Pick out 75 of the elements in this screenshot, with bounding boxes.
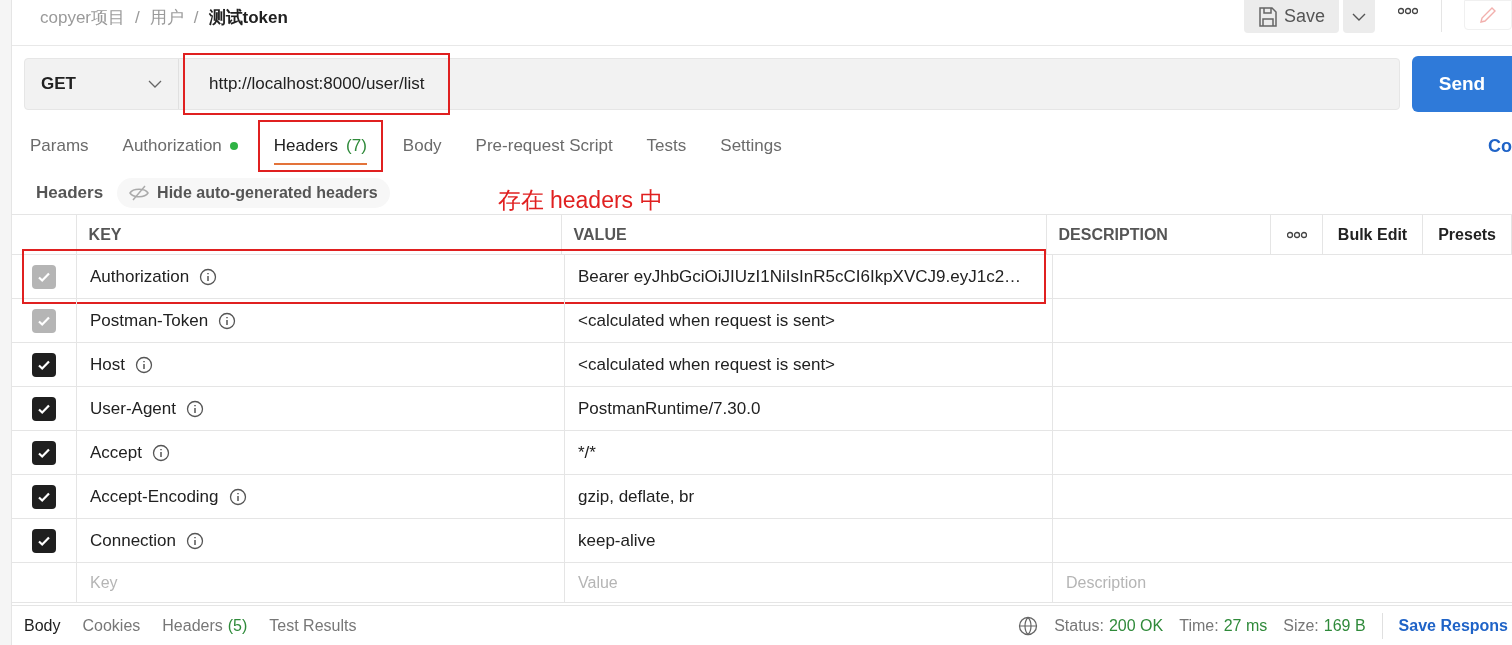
header-key: Authorization: [90, 263, 190, 290]
breadcrumb-item[interactable]: copyer项目: [40, 4, 126, 31]
column-header: KEY: [88, 224, 122, 245]
breadcrumb-separator: /: [193, 6, 199, 29]
status-value: 169 B: [1323, 615, 1366, 636]
status-label: Size:: [1283, 615, 1319, 636]
description-field[interactable]: Description: [1066, 570, 1266, 595]
header-key: Connection: [90, 527, 176, 554]
chevron-down-icon: [148, 80, 162, 88]
header-key: Host: [90, 351, 125, 378]
header-key: Accept: [90, 439, 142, 466]
more-icon[interactable]: [1286, 230, 1307, 239]
value-field[interactable]: Value: [578, 570, 878, 595]
method-select[interactable]: GET: [25, 59, 179, 109]
checkbox[interactable]: [32, 528, 56, 553]
response-tab[interactable]: Test Results: [269, 613, 357, 638]
annotation-text: 存在 headers 中: [497, 185, 663, 215]
table-action-button[interactable]: Presets: [1423, 215, 1512, 254]
column-header: DESCRIPTION: [1058, 224, 1168, 245]
response-tab[interactable]: Cookies: [82, 613, 141, 638]
table-action-button[interactable]: Bulk Edit: [1322, 215, 1424, 254]
response-tab[interactable]: Body: [24, 613, 61, 638]
header-key: User-Agent: [90, 395, 176, 422]
header-key: Accept-Encoding: [90, 483, 219, 510]
request-tab[interactable]: Settings: [720, 120, 782, 172]
header-value: */*: [578, 441, 596, 464]
count-label: (7): [346, 135, 367, 158]
checkbox[interactable]: [32, 352, 56, 377]
header-value: <calculated when request is sent>: [578, 353, 836, 376]
breadcrumb-item[interactable]: 用户: [149, 4, 184, 31]
request-tab[interactable]: Tests: [646, 120, 687, 172]
status-label: Status:: [1054, 615, 1104, 636]
checkbox[interactable]: [32, 396, 56, 421]
count-label: (5): [227, 615, 248, 636]
info-icon: [186, 399, 204, 418]
info-icon: [152, 443, 170, 462]
eye-off-icon: [129, 185, 150, 201]
chevron-down-icon: [1352, 12, 1366, 21]
save-button[interactable]: Save: [1243, 0, 1339, 33]
request-tab[interactable]: Body: [402, 120, 442, 172]
response-tab[interactable]: Headers (5): [162, 613, 248, 638]
status-label: Time:: [1179, 615, 1219, 636]
key-field[interactable]: Key: [90, 570, 390, 595]
header-value: keep-alive: [578, 529, 656, 552]
save-response-link[interactable]: Save Respons: [1398, 613, 1512, 638]
status-value: 27 ms: [1223, 615, 1268, 636]
header-value: <calculated when request is sent>: [578, 309, 836, 332]
breadcrumb-separator: /: [135, 6, 140, 29]
status-value: 200 OK: [1108, 615, 1164, 636]
info-icon: [218, 311, 237, 330]
column-header: VALUE: [573, 224, 627, 245]
checkbox[interactable]: [32, 484, 56, 509]
info-icon: [134, 355, 153, 374]
pencil-icon: [1478, 5, 1498, 25]
save-icon: [1257, 5, 1278, 28]
hide-headers-toggle[interactable]: Hide auto-generated headers: [117, 178, 390, 208]
header-value: PostmanRuntime/7.30.0: [578, 397, 761, 420]
code-link[interactable]: Co: [1488, 132, 1512, 160]
header-value: gzip, deflate, br: [578, 485, 695, 508]
header-value: Bearer eyJhbGciOiJIUzI1NiIsInR5cCI6IkpXVCJ9.eyJ1c2…: [578, 265, 1022, 288]
request-tab[interactable]: Headers (7): [257, 120, 383, 172]
breadcrumb-item[interactable]: 测试token: [208, 4, 288, 31]
info-icon: [199, 267, 218, 286]
info-icon: [186, 531, 204, 550]
more-icon[interactable]: [1398, 7, 1418, 15]
request-tab[interactable]: Params: [30, 120, 89, 172]
header-key: Postman-Token: [90, 307, 209, 334]
globe-icon: [1018, 615, 1039, 636]
request-tab[interactable]: Authorization: [122, 120, 238, 172]
send-button[interactable]: Send: [1412, 56, 1512, 112]
url-field[interactable]: http://localhost:8000/user/list: [183, 53, 451, 115]
section-title: Headers: [36, 182, 104, 205]
request-tab[interactable]: Pre-request Script: [475, 120, 613, 172]
info-icon: [228, 487, 247, 506]
checkbox[interactable]: [32, 440, 56, 465]
